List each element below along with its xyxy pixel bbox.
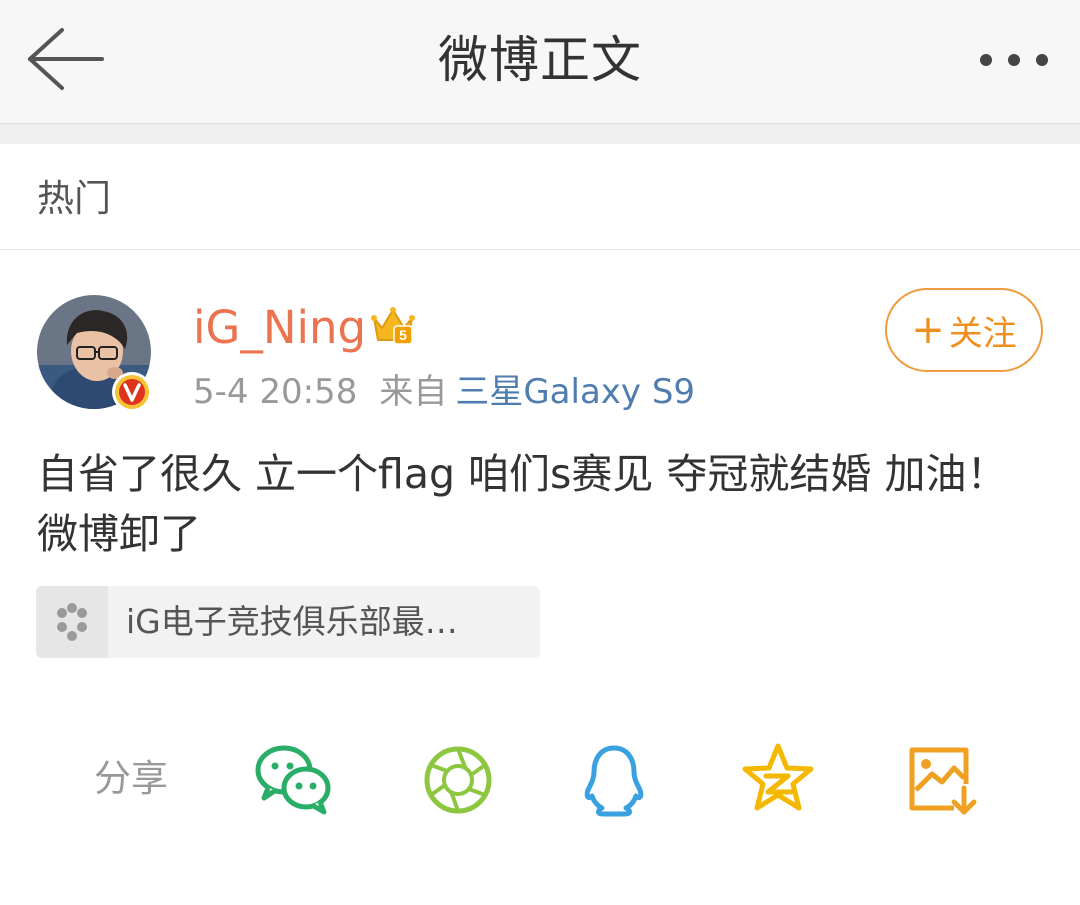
page-title: 微博正文 xyxy=(438,31,642,89)
share-moments-button[interactable] xyxy=(418,740,498,820)
qzone-icon xyxy=(742,743,814,811)
link-card[interactable]: iG电子竞技俱乐部最… xyxy=(36,586,540,658)
weibo-post-page: 微博正文 热门 iG_Ning 5 5-4 20:58 来自 三星Galaxy … xyxy=(0,0,1080,905)
verified-badge-icon xyxy=(111,371,153,413)
source-prefix: 来自 xyxy=(379,372,448,412)
vip-crown-icon: 5 xyxy=(370,304,416,346)
section-divider xyxy=(0,124,1080,144)
username[interactable]: iG_Ning xyxy=(193,300,366,356)
share-save-image-button[interactable] xyxy=(902,740,982,820)
share-qq-button[interactable] xyxy=(574,740,654,820)
more-button[interactable] xyxy=(966,40,1062,80)
share-qzone-button[interactable] xyxy=(738,740,818,820)
svg-text:5: 5 xyxy=(399,327,407,343)
post-meta: 5-4 20:58 来自 三星Galaxy S9 xyxy=(193,370,695,414)
post-time: 5-4 20:58 xyxy=(193,372,358,412)
hot-label: 热门 xyxy=(37,177,111,220)
plus-icon: + xyxy=(911,307,945,353)
top-navigation-bar: 微博正文 xyxy=(0,0,1080,124)
save-image-icon xyxy=(909,747,977,815)
follow-button[interactable]: + 关注 xyxy=(885,288,1043,372)
source-device-link[interactable]: 三星Galaxy S9 xyxy=(455,372,695,412)
qq-icon xyxy=(584,745,644,817)
link-card-icon-box xyxy=(36,586,108,658)
moments-icon xyxy=(424,746,492,814)
loading-spinner-icon xyxy=(57,603,87,641)
share-wechat-button[interactable] xyxy=(254,740,334,820)
post-content: 自省了很久 立一个flag 咱们s赛见 夺冠就结婚 加油！ 微博卸了 xyxy=(37,450,1008,558)
follow-label: 关注 xyxy=(948,313,1017,354)
share-label: 分享 xyxy=(94,757,168,800)
more-dots-icon xyxy=(980,54,1048,66)
hot-section-bar: 热门 xyxy=(0,144,1080,250)
link-card-title: iG电子竞技俱乐部最… xyxy=(126,602,458,641)
wechat-icon xyxy=(255,745,331,815)
